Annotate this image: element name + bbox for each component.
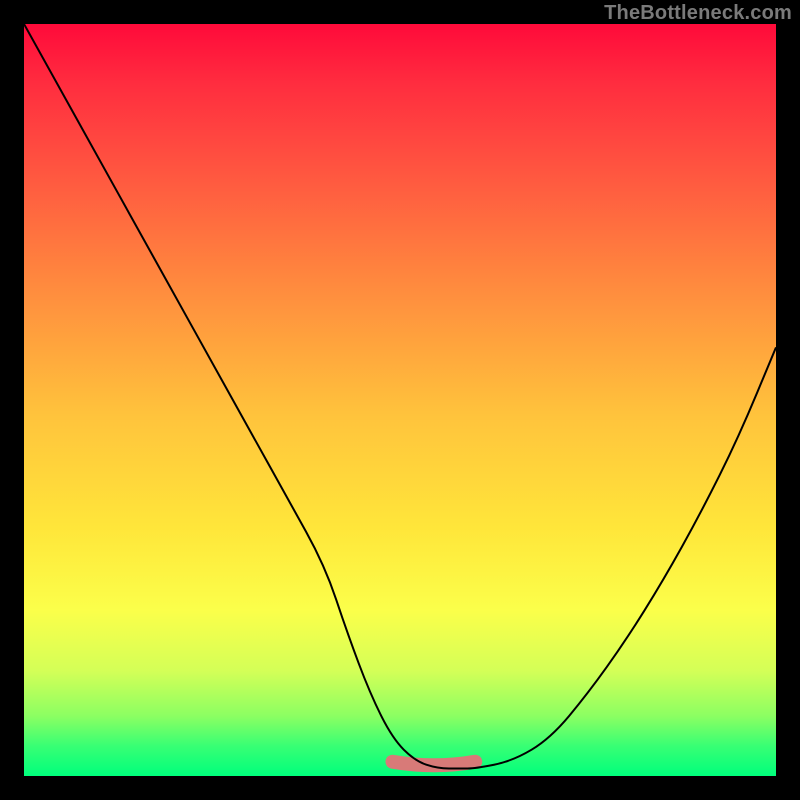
bottleneck-curve — [24, 24, 776, 768]
watermark-text: TheBottleneck.com — [604, 2, 792, 25]
chart-svg — [24, 24, 776, 776]
chart-plot-area — [24, 24, 776, 776]
valley-highlight — [392, 762, 475, 766]
chart-frame: TheBottleneck.com — [0, 0, 800, 800]
